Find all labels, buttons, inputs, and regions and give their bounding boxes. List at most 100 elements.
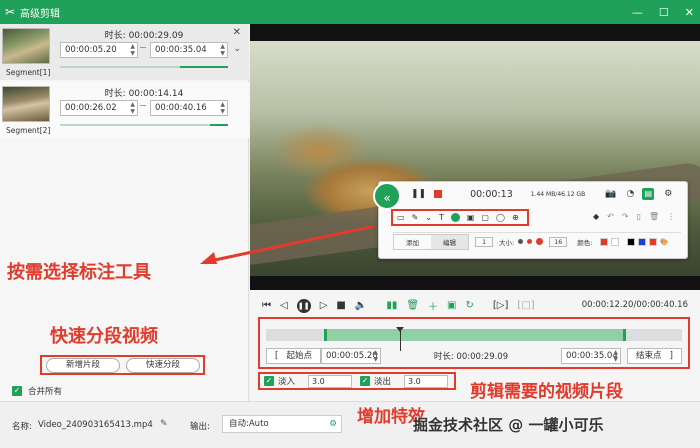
add-segment-button[interactable]: 新增片段 (46, 358, 120, 373)
selected-range[interactable] (324, 329, 626, 341)
chevron-down-icon[interactable]: ⌄ (233, 44, 241, 54)
pause-icon[interactable]: ❚❚ (411, 189, 426, 199)
undo-icon[interactable]: ↶ (607, 212, 614, 221)
range-row: [ 起始点 00:00:05.20 ▲ ▼ 时长: 00:00:29.09 00:… (266, 348, 682, 364)
redo-icon[interactable]: ↷ (622, 212, 629, 221)
dot-medium-icon[interactable] (527, 239, 533, 244)
title-bar: ✂ 高级剪辑 — ☐ ✕ (0, 0, 700, 24)
maximize-button[interactable]: ☐ (659, 6, 669, 19)
size-label: 大小: (499, 238, 515, 247)
spinner-icon[interactable]: ▲ ▼ (220, 43, 225, 57)
magnifier-tool-icon[interactable]: ◯ (496, 213, 505, 222)
toolbox-icon[interactable]: ▤ (642, 188, 655, 200)
color-swatch-black[interactable] (627, 237, 636, 246)
close-window-button[interactable]: ✕ (685, 6, 694, 19)
palette-icon[interactable]: 🎨 (660, 238, 668, 246)
segment-item[interactable]: Segment[1] 时长: 00:00:29.09 00:00:05.20 ▲… (0, 24, 249, 80)
reset-icon[interactable]: ↻ (465, 300, 473, 311)
segment-button-group: 新增片段 快速分段 (40, 355, 205, 375)
range-dash (140, 47, 146, 48)
spinner-icon[interactable]: ▲ ▼ (613, 349, 618, 363)
spinner-icon[interactable]: ▲ ▼ (130, 43, 135, 57)
segment-label: Segment[2] (6, 126, 51, 135)
segment-item[interactable]: Segment[2] 时长: 00:00:14.14 00:00:26.02 ▲… (0, 82, 249, 138)
fade-out-field[interactable]: 3.0 (404, 374, 448, 388)
start-time-field[interactable]: 00:00:05.20 ▲ ▼ (320, 348, 381, 364)
segment-start-field[interactable]: 00:00:05.20 ▲ ▼ (60, 42, 138, 58)
timeline-track[interactable] (266, 327, 682, 351)
timer-icon[interactable]: ◔ (626, 189, 634, 199)
set-end-button[interactable]: 结束点 ] (627, 348, 682, 364)
rectangle-tool-icon[interactable]: ▭ (397, 213, 405, 222)
clear-icon[interactable]: ▯ (637, 212, 641, 221)
tab-add[interactable]: 添加 (394, 235, 431, 249)
fade-in-field[interactable]: 3.0 (308, 374, 352, 388)
image-tool-icon[interactable]: ▣ (467, 213, 475, 222)
gear-icon[interactable]: ⚙ (664, 189, 672, 199)
minimize-button[interactable]: — (632, 6, 643, 19)
step-back-icon[interactable]: ◁ (280, 300, 288, 311)
stroke-field[interactable]: 16 (549, 236, 568, 247)
set-start-button[interactable]: [ 起始点 (266, 348, 321, 364)
spinner-icon[interactable]: ▲ ▼ (130, 101, 135, 115)
floating-toolbar: « ❚❚ 00:00:13 1.44 MB/46.12 GB 📷 ◔ ▤ ⚙ ▭… (373, 181, 688, 259)
copy-icon[interactable]: ▣ (447, 300, 456, 311)
mark-out-icon[interactable]: [□] (517, 300, 534, 311)
edit-tools: ◆ ↶ ↷ ▯ 🗑 ⋮ (593, 212, 675, 221)
spinner-icon[interactable]: ▲ ▼ (220, 101, 225, 115)
rename-icon[interactable]: ✎ (160, 419, 168, 429)
trash-icon[interactable]: 🗑 (649, 212, 659, 221)
bubble-tool-icon[interactable]: ▢ (481, 213, 489, 222)
spinner-icon[interactable]: ▲ ▼ (373, 349, 378, 363)
color-swatch-red-2[interactable] (649, 237, 658, 246)
record-size: 1.44 MB/46.12 GB (530, 190, 586, 198)
more-icon[interactable]: ⋮ (667, 212, 675, 221)
dot-small-icon[interactable] (518, 239, 524, 244)
segment-end-field[interactable]: 00:00:35.04 ▲ ▼ (150, 42, 228, 58)
segment-start-field[interactable]: 00:00:26.02 ▲ ▼ (60, 100, 138, 116)
end-time-field[interactable]: 00:00:35.04 ▲ ▼ (561, 348, 622, 364)
color-swatch-red[interactable] (600, 237, 609, 246)
playback-time: 00:00:12.20/00:00:40.16 (581, 300, 688, 310)
delete-icon[interactable]: 🗑 (406, 300, 419, 311)
volume-icon[interactable]: 🔈 (355, 300, 367, 311)
checkbox-icon[interactable]: ✓ (12, 386, 22, 396)
fade-out-checkbox[interactable]: ✓ (360, 376, 370, 386)
fade-in-checkbox[interactable]: ✓ (264, 376, 274, 386)
output-select[interactable]: 自动:Auto ⚙ (222, 415, 342, 433)
color-swatch-blue[interactable] (638, 237, 647, 246)
eraser-icon[interactable]: ◆ (593, 212, 599, 221)
annotation-tools: ▭ ✎ ⌄ T ▣ ▢ ◯ ⊕ (391, 209, 529, 226)
gear-icon[interactable]: ⚙ (329, 416, 337, 432)
color-label: 颜色: (577, 238, 593, 247)
split-icon[interactable]: ▮▮ (386, 300, 397, 311)
dot-large-icon[interactable] (536, 238, 544, 245)
window-controls: — ☐ ✕ (632, 0, 694, 24)
tab-edit[interactable]: 编辑 (431, 234, 468, 249)
size-field[interactable]: 1 (475, 236, 493, 247)
watermark: 掘金技术社区 @ 一罐小可乐 (413, 416, 604, 434)
crosshair-tool-icon[interactable]: ⊕ (512, 213, 519, 222)
collapse-toolbar-button[interactable]: « (373, 182, 401, 210)
stop-icon[interactable]: ■ (336, 300, 345, 311)
chevron-down-icon[interactable]: ⌄ (425, 213, 432, 222)
camera-icon[interactable]: 📷 (605, 189, 616, 199)
callout-clip-needed: 剪辑需要的视频片段 (470, 382, 623, 402)
mark-in-icon[interactable]: [▷] (493, 300, 509, 311)
merge-all-option[interactable]: ✓ 合并所有 (12, 385, 62, 397)
skip-start-icon[interactable]: ⏮ (262, 300, 271, 311)
add-icon[interactable]: ＋ (428, 298, 438, 313)
text-tool-icon[interactable]: T (439, 213, 444, 222)
close-icon[interactable]: ✕ (233, 27, 241, 38)
pen-tool-icon[interactable]: ✎ (412, 213, 419, 222)
color-swatch-white[interactable] (611, 237, 620, 246)
segment-end-field[interactable]: 00:00:40.16 ▲ ▼ (150, 100, 228, 116)
stop-record-icon[interactable] (434, 190, 443, 198)
fade-in-label: 淡入 (278, 377, 296, 387)
pause-button[interactable]: ❚❚ (296, 298, 311, 313)
step-forward-icon[interactable]: ▷ (320, 300, 328, 311)
toolbar-top-row: ❚❚ 00:00:13 1.44 MB/46.12 GB 📷 ◔ ▤ ⚙ (407, 186, 683, 202)
number-tool-icon[interactable] (450, 213, 460, 222)
record-time: 00:00:13 (470, 188, 513, 200)
quick-split-button[interactable]: 快速分段 (126, 358, 200, 373)
